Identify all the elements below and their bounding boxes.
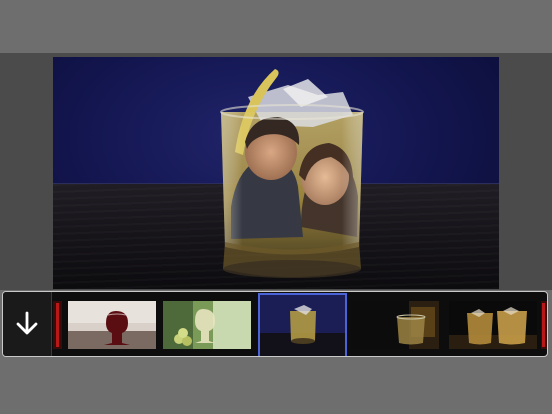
download-button[interactable] bbox=[3, 292, 52, 356]
arrow-down-icon bbox=[16, 311, 38, 335]
thumbnail-whisky-glass-dark[interactable] bbox=[351, 301, 439, 349]
top-bar bbox=[0, 0, 552, 53]
thumbnail-whisky-glass-blue[interactable] bbox=[258, 293, 347, 356]
thumbnail-film-edge-right bbox=[541, 301, 547, 349]
thumbnail-white-wine-glass-grapes[interactable] bbox=[163, 301, 251, 349]
thumbnail-two-whisky-glasses[interactable] bbox=[449, 301, 537, 349]
thumbnail-film-edge-left bbox=[53, 301, 62, 349]
frame-photo-preview[interactable] bbox=[53, 57, 499, 289]
bottom-bar bbox=[0, 360, 552, 414]
app-root bbox=[0, 0, 552, 414]
whisky-glass-frame bbox=[220, 69, 364, 278]
thumbnail-red-wine-glass[interactable] bbox=[68, 301, 156, 349]
frame-thumbnail-strip[interactable] bbox=[2, 291, 548, 357]
